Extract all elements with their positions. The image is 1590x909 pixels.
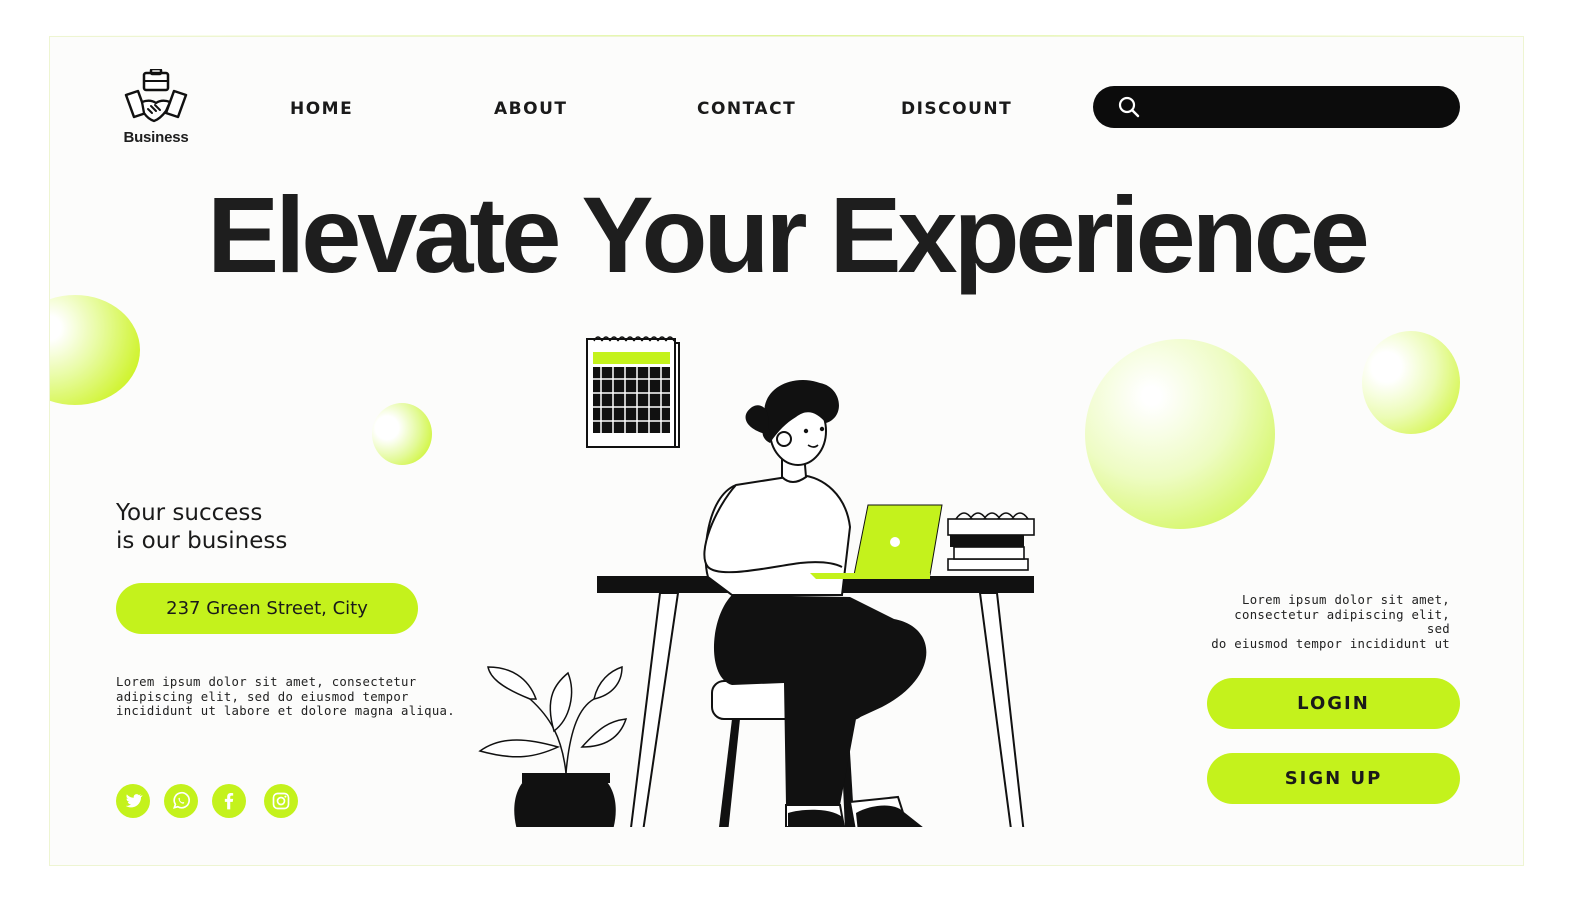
brand-logo[interactable]: Business: [116, 69, 196, 151]
twitter-button[interactable]: [116, 784, 150, 818]
instagram-icon: [272, 792, 290, 810]
whatsapp-button[interactable]: [164, 784, 198, 818]
search-bar[interactable]: [1093, 86, 1460, 128]
handshake-briefcase-icon: [124, 69, 188, 123]
whatsapp-icon: [173, 791, 191, 809]
paragraph-line: do eiusmod tempor incididunt ut: [1211, 636, 1450, 651]
twitter-icon: [125, 794, 143, 808]
description-left: Lorem ipsum dolor sit amet, consectetur …: [116, 675, 456, 719]
nav-about[interactable]: ABOUT: [494, 99, 567, 119]
nav-contact[interactable]: CONTACT: [697, 99, 796, 119]
decor-sphere: [1085, 339, 1275, 529]
tagline-line: Your success: [116, 500, 263, 526]
instagram-button[interactable]: [264, 784, 298, 818]
hero-headline: Elevate Your Experience: [207, 174, 1370, 295]
search-icon: [1118, 96, 1140, 118]
signup-button[interactable]: SIGN UP: [1207, 753, 1460, 804]
decor-sphere: [50, 295, 140, 405]
description-right: Lorem ipsum dolor sit amet, consectetur …: [1205, 593, 1450, 651]
decor-sphere: [372, 403, 432, 465]
calendar-icon: [586, 336, 680, 448]
address-pill[interactable]: 237 Green Street, City: [116, 583, 418, 634]
facebook-icon: [224, 793, 234, 810]
person-at-desk-illustration: [478, 336, 1035, 827]
paragraph-line: Lorem ipsum dolor sit amet,: [1242, 593, 1450, 607]
brand-name: Business: [123, 129, 189, 146]
facebook-button[interactable]: [212, 784, 246, 818]
decor-sphere: [1362, 331, 1460, 434]
paragraph-line: Lorem ipsum dolor sit amet, consectetur: [116, 675, 417, 689]
login-button[interactable]: LOGIN: [1207, 678, 1460, 729]
paragraph-line: adipiscing elit, sed do eiusmod tempor: [116, 689, 409, 704]
nav-discount[interactable]: DISCOUNT: [901, 99, 1012, 119]
paragraph-line: incididunt ut labore et dolore magna ali…: [116, 704, 455, 718]
book-stack-icon: [947, 512, 1035, 571]
landing-page: Business HOME ABOUT CONTACT DISCOUNT Ele…: [49, 36, 1524, 866]
nav-home[interactable]: HOME: [290, 99, 353, 119]
tagline: Your success is our business: [116, 499, 287, 555]
paragraph-line: consectetur adipiscing elit, sed: [1234, 607, 1450, 637]
potted-plant-icon: [478, 665, 628, 827]
search-input[interactable]: [1151, 92, 1445, 124]
tagline-line: is our business: [116, 528, 288, 554]
